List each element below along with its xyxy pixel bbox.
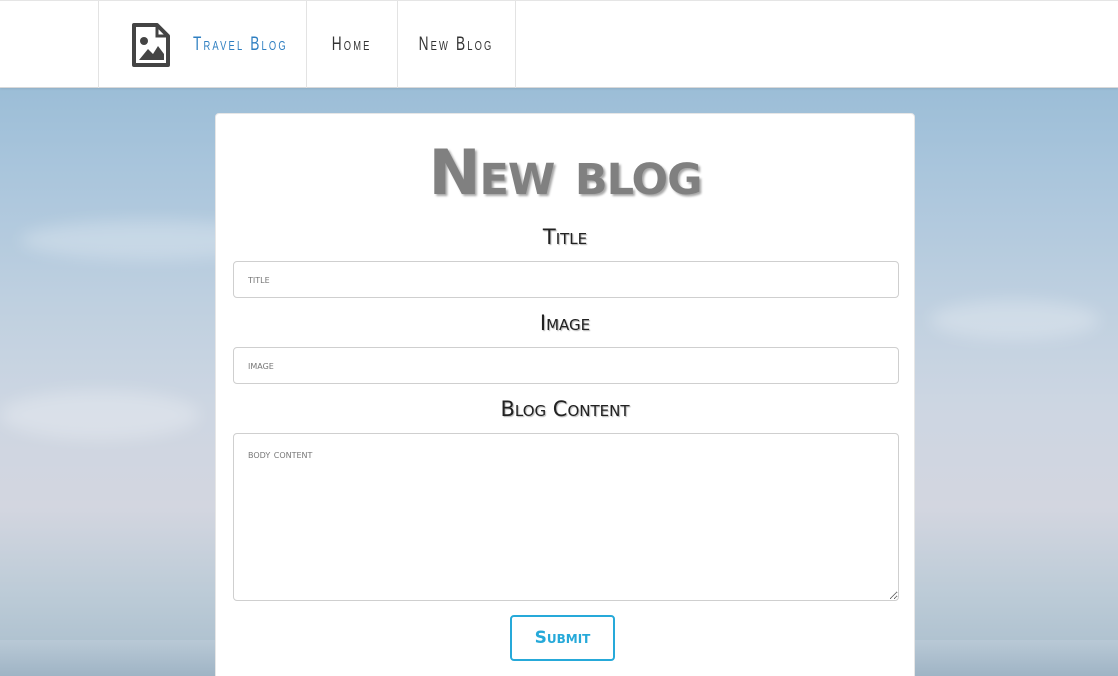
image-label: Image [539,311,591,335]
submit-button[interactable]: Submit [510,615,615,661]
title-label: Title [542,225,588,249]
nav-new-blog-link[interactable]: New Blog [397,1,516,88]
brand-link[interactable]: Travel Blog [98,1,306,88]
title-input[interactable] [233,261,899,298]
blog-content-textarea[interactable] [233,433,899,601]
blog-content-label: Blog Content [500,397,630,421]
background-cloud [0,390,200,440]
navbar: Travel Blog Home New Blog [0,0,1118,88]
nav-inner: Travel Blog Home New Blog [98,1,516,88]
page-title: New blog [428,136,703,209]
nav-home-link[interactable]: Home [306,1,397,88]
image-input[interactable] [233,347,899,384]
nav-new-blog-label: New Blog [419,33,494,55]
nav-home-label: Home [332,33,372,55]
background-cloud [930,300,1100,340]
new-blog-card: New blog Title Image Blog Content Submit [215,113,915,676]
brand-title: Travel Blog [193,33,288,55]
image-file-icon [131,22,171,68]
